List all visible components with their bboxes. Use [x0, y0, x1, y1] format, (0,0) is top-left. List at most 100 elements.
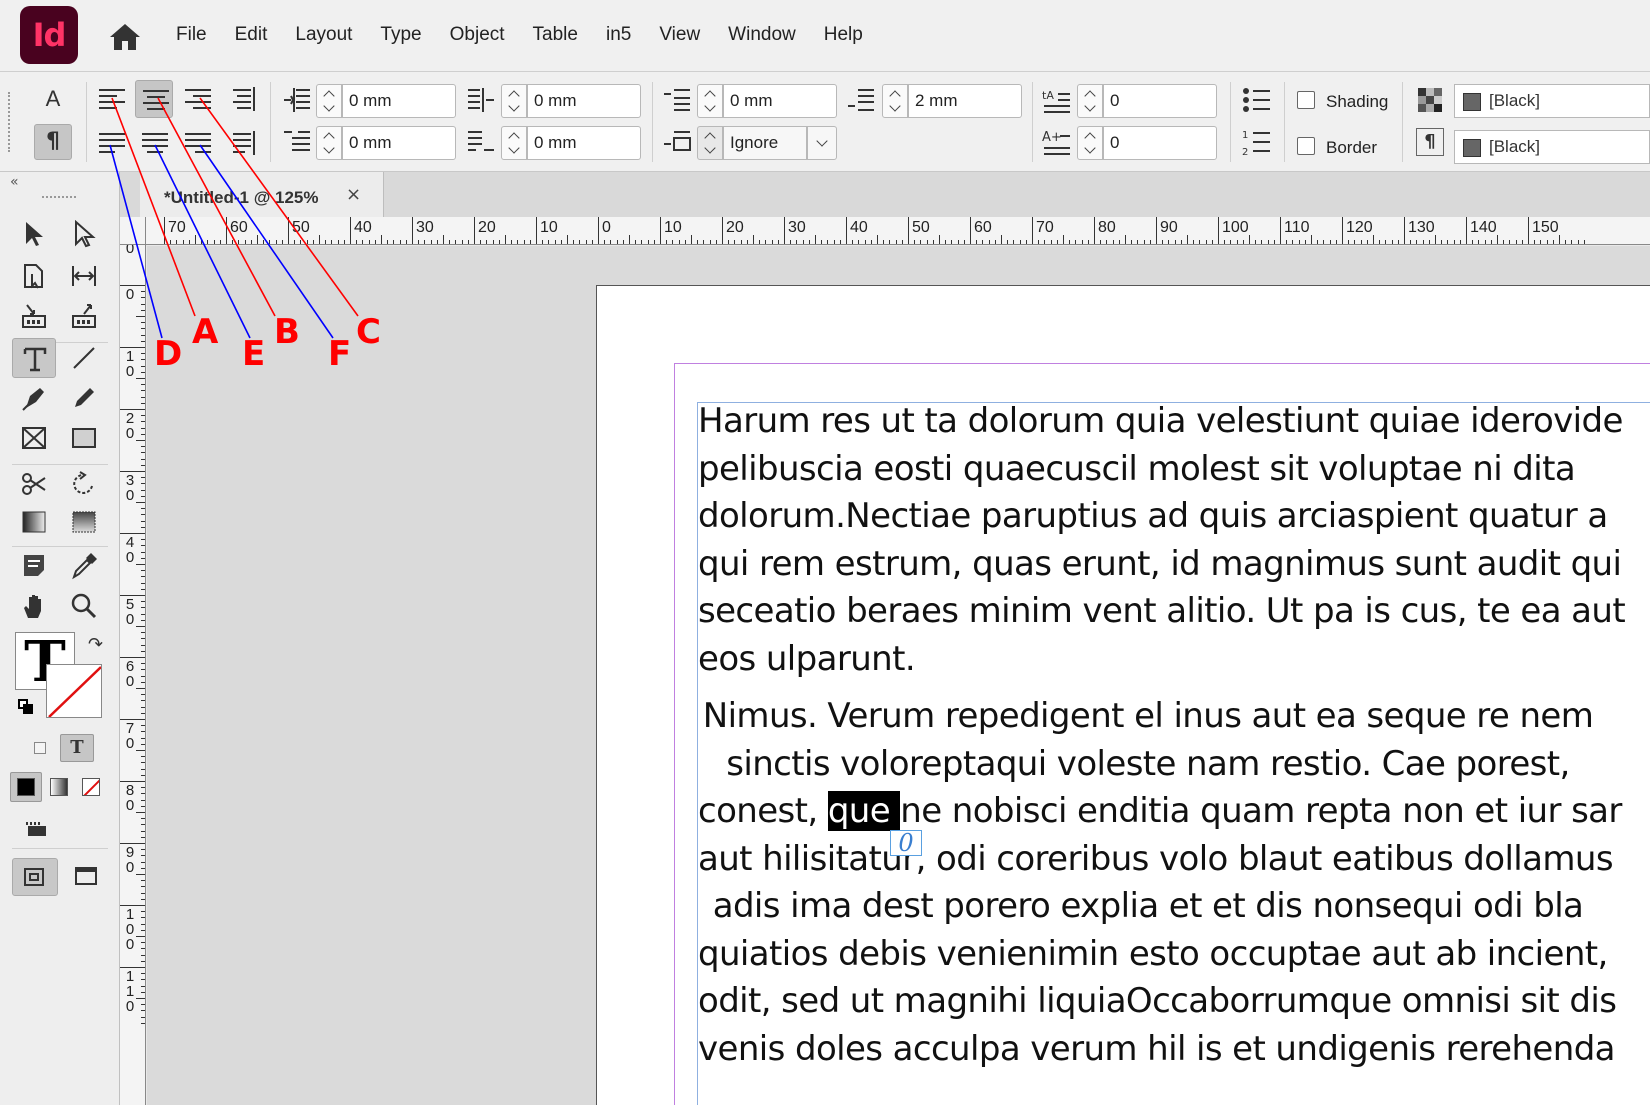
content-collector-tool[interactable]: [12, 296, 56, 336]
type-tool[interactable]: [12, 338, 56, 378]
normal-view-mode-button[interactable]: [12, 858, 58, 896]
panel-grip[interactable]: [8, 92, 12, 152]
ruler-minor-tick: [1236, 240, 1238, 244]
numbered-list-icon[interactable]: 12: [1242, 128, 1272, 158]
character-formatting-button[interactable]: A: [36, 84, 70, 114]
border-checkbox[interactable]: [1297, 137, 1315, 155]
right-indent-field[interactable]: 0 mm: [527, 84, 641, 118]
space-before-field[interactable]: 0 mm: [723, 84, 837, 118]
shading-swatch-icon[interactable]: [1416, 86, 1446, 116]
note-tool[interactable]: [12, 546, 56, 586]
hand-tool[interactable]: [12, 586, 56, 626]
align-away-from-spine-button[interactable]: [222, 124, 260, 162]
pencil-tool[interactable]: [62, 378, 106, 418]
horizontal-ruler[interactable]: 70 60 50 40 30 20 10 0 10 20 30 40 50 60 70 80 90 100 110 1…: [146, 217, 1650, 245]
border-settings-icon[interactable]: ¶: [1416, 128, 1444, 156]
rectangle-frame-tool[interactable]: [12, 418, 56, 458]
formatting-affects-text-button[interactable]: T: [60, 734, 94, 762]
right-indent-stepper[interactable]: [501, 84, 527, 118]
menu-window[interactable]: Window: [728, 24, 796, 46]
bulleted-list-icon[interactable]: [1242, 86, 1272, 116]
menu-table[interactable]: Table: [533, 24, 578, 46]
drop-cap-chars-stepper[interactable]: [1077, 126, 1103, 160]
close-icon[interactable]: ×: [346, 184, 361, 205]
preview-mode-button[interactable]: [64, 858, 108, 898]
document-tab[interactable]: *Untitled-1 @ 125% ×: [140, 172, 384, 217]
space-after-stepper[interactable]: [882, 84, 908, 118]
menu-object[interactable]: Object: [450, 24, 505, 46]
border-color-field[interactable]: [Black]: [1454, 130, 1650, 164]
selection-tool[interactable]: [12, 214, 56, 254]
left-indent-field[interactable]: 0 mm: [342, 84, 456, 118]
ruler-minor-tick: [1484, 240, 1486, 244]
anchored-object-marker[interactable]: 0: [890, 830, 922, 856]
menu-in5[interactable]: in5: [606, 24, 631, 46]
content-placer-tool[interactable]: [62, 296, 106, 336]
drop-cap-lines-stepper[interactable]: [1077, 84, 1103, 118]
ruler-minor-tick: [1379, 240, 1381, 244]
first-line-indent-stepper[interactable]: [316, 126, 342, 160]
align-center-button[interactable]: [135, 80, 173, 118]
last-line-indent-field[interactable]: 0 mm: [527, 126, 641, 160]
shading-color-field[interactable]: [Black]: [1454, 84, 1650, 118]
scissors-tool[interactable]: [12, 464, 56, 504]
apply-gradient-button[interactable]: [50, 778, 68, 796]
menu-type[interactable]: Type: [380, 24, 421, 46]
shading-checkbox[interactable]: [1297, 91, 1315, 109]
zoom-tool[interactable]: [62, 586, 106, 626]
justify-center-button[interactable]: [135, 124, 173, 162]
space-before-stepper[interactable]: [697, 84, 723, 118]
rotate-tool[interactable]: [62, 464, 106, 504]
menu-edit[interactable]: Edit: [235, 24, 268, 46]
left-indent-stepper[interactable]: [316, 84, 342, 118]
menu-help[interactable]: Help: [824, 24, 863, 46]
align-right-button[interactable]: [178, 80, 216, 118]
panel-grip[interactable]: [42, 196, 76, 200]
align-to-grid-stepper[interactable]: [697, 126, 723, 160]
ruler-minor-tick: [1205, 240, 1207, 244]
home-icon[interactable]: [108, 22, 142, 52]
text-frame[interactable]: Harum res ut ta dolorum quia velestiunt …: [697, 402, 1650, 1105]
ruler-origin[interactable]: [120, 217, 146, 245]
vertical-ruler[interactable]: 0 0 10 20 30 40 50 60 70 80 90 100 110: [120, 245, 146, 1105]
drop-cap-chars-field[interactable]: 0: [1103, 126, 1217, 160]
drop-cap-lines-field[interactable]: 0: [1103, 84, 1217, 118]
align-left-button[interactable]: [92, 80, 130, 118]
content-collector-icon: [22, 304, 46, 328]
align-to-grid-field[interactable]: Ignore: [723, 126, 807, 160]
page-tool[interactable]: [12, 256, 56, 296]
screen-mode-icon[interactable]: [24, 820, 48, 838]
last-line-indent-stepper[interactable]: [501, 126, 527, 160]
default-fill-stroke-icon[interactable]: [18, 699, 34, 715]
apply-none-button[interactable]: [82, 778, 100, 796]
swap-fill-stroke-icon[interactable]: ↷: [88, 634, 103, 655]
gradient-swatch-tool[interactable]: [12, 502, 56, 542]
collapse-panel-icon[interactable]: «: [10, 174, 19, 190]
paragraph-formatting-button[interactable]: ¶: [34, 124, 72, 160]
rectangle-tool[interactable]: [62, 418, 106, 458]
formatting-affects-container-button[interactable]: [34, 742, 46, 754]
paragraph-2[interactable]: Nimus. Verum repedigent el inus aut ea s…: [698, 693, 1622, 1073]
eyedropper-tool[interactable]: [62, 546, 106, 586]
annotation-label-b: B: [274, 312, 300, 352]
menu-view[interactable]: View: [659, 24, 700, 46]
apply-color-button[interactable]: [10, 772, 42, 802]
selected-text[interactable]: que: [827, 791, 901, 831]
align-to-grid-dropdown[interactable]: [807, 126, 837, 160]
menu-file[interactable]: File: [176, 24, 207, 46]
paragraph-1[interactable]: Harum res ut ta dolorum quia velestiunt …: [698, 403, 1626, 683]
gradient-feather-tool[interactable]: [62, 502, 106, 542]
ruler-minor-tick: [436, 240, 438, 244]
line-tool[interactable]: [62, 338, 106, 378]
menu-layout[interactable]: Layout: [295, 24, 352, 46]
justify-left-button[interactable]: [92, 124, 130, 162]
first-line-indent-field[interactable]: 0 mm: [342, 126, 456, 160]
direct-selection-tool[interactable]: [62, 214, 106, 254]
stroke-swatch[interactable]: [46, 664, 102, 718]
space-after-field[interactable]: 2 mm: [908, 84, 1022, 118]
gap-tool[interactable]: [62, 256, 106, 296]
pen-tool[interactable]: [12, 378, 56, 418]
justify-right-button[interactable]: [178, 124, 216, 162]
align-towards-spine-button[interactable]: [222, 80, 260, 118]
text-line: qui rem estrum, quas erunt, id magnimus …: [698, 543, 1622, 584]
